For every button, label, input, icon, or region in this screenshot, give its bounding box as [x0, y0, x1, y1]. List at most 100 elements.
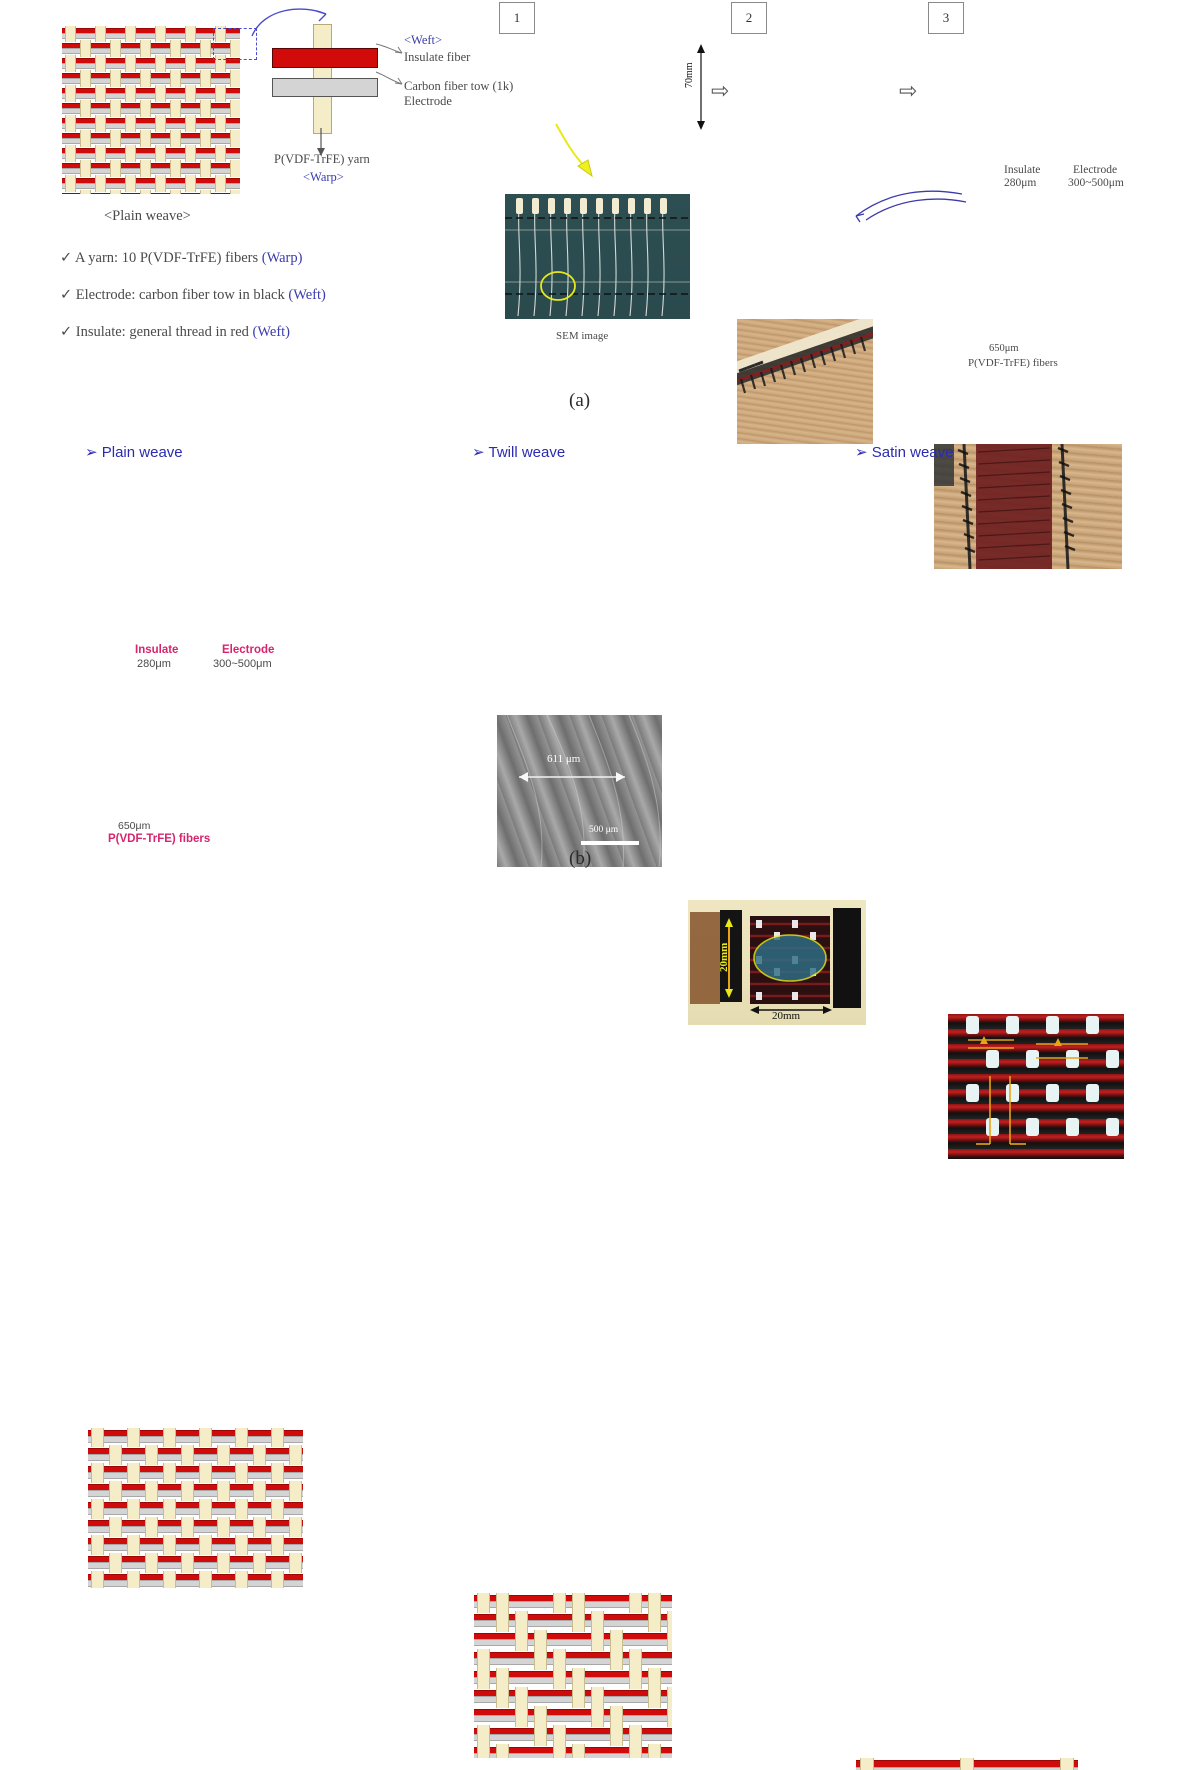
- warp-yarn: [235, 1571, 248, 1588]
- bullet-accent: (Weft): [288, 287, 326, 303]
- warp-yarn: [185, 115, 196, 132]
- warp-yarn: [91, 1463, 104, 1483]
- warp-yarn: [170, 160, 181, 177]
- warp-yarn: [591, 1706, 604, 1727]
- warp-yarn: [591, 1687, 604, 1708]
- warp-yarn: [648, 1611, 661, 1632]
- plain-weave-diagram-b: [88, 1428, 303, 1588]
- satin-weave-diagram: [856, 1758, 1078, 1770]
- insulate-fiber-label: Insulate fiber: [404, 50, 471, 64]
- weft-electrode: [474, 1734, 672, 1741]
- weft-electrode: [474, 1658, 672, 1665]
- warp-yarn: [155, 26, 166, 42]
- micro-a-insulate-value: 280μm: [1004, 177, 1037, 189]
- warp-yarn: [110, 130, 121, 147]
- warp-yarn: [667, 1706, 672, 1727]
- warp-yarn: [477, 1725, 490, 1746]
- process-arrow-1-icon: ⇨: [711, 78, 730, 103]
- warp-yarn: [109, 1481, 122, 1501]
- step-1-dimension-label: 70mm: [684, 62, 695, 88]
- warp-yarn: [230, 190, 240, 194]
- warp-yarn: [199, 1499, 212, 1519]
- warp-yarn: [95, 85, 106, 102]
- process-step-3-photo: [934, 444, 1122, 569]
- warp-yarn: [163, 1499, 176, 1519]
- bullet-accent: (Weft): [252, 324, 291, 340]
- micro-a-pitch-label: 650μm: [989, 343, 1019, 354]
- warp-yarn: [648, 1744, 661, 1758]
- step-1-number-box: 1: [499, 2, 535, 34]
- weft-header-label: <Weft>: [404, 33, 443, 47]
- step-1-dimension-70mm: [697, 44, 705, 130]
- warp-yarn: [199, 1535, 212, 1555]
- warp-yarn: [163, 1571, 176, 1588]
- warp-yarn: [170, 40, 181, 57]
- warp-yarn: [199, 1463, 212, 1483]
- warp-yarn: [200, 130, 211, 147]
- pvdf-trfe-yarn-label: P(VDF-TrFE) yarn: [274, 152, 370, 166]
- sem-image-photo: 611 μm 500 μm: [497, 715, 662, 867]
- warp-yarn: [145, 1517, 158, 1537]
- weft-electrode: [474, 1639, 672, 1646]
- warp-yarn: [515, 1611, 528, 1632]
- bullet-text: Electrode: carbon fiber tow in black: [75, 287, 289, 303]
- warp-yarn: [200, 190, 211, 194]
- warp-yarn: [155, 85, 166, 102]
- warp-yarn: [553, 1725, 566, 1746]
- check-icon: ✓: [60, 250, 73, 266]
- warp-yarn: [181, 1553, 194, 1573]
- warp-yarn: [65, 85, 76, 102]
- warp-yarn: [91, 1535, 104, 1555]
- warp-yarn: [80, 130, 91, 147]
- warp-yarn: [496, 1687, 509, 1708]
- warp-yarn: [125, 26, 136, 42]
- arrow-marker-icon: ➢: [855, 444, 868, 461]
- warp-yarn: [200, 70, 211, 87]
- weft-electrode: [62, 183, 240, 189]
- warp-yarn: [289, 1553, 302, 1573]
- warp-yarn: [1060, 1758, 1074, 1770]
- warp-yarn: [960, 1758, 974, 1770]
- warp-yarn: [80, 100, 91, 117]
- warp-yarn: [235, 1535, 248, 1555]
- warp-yarn: [140, 130, 151, 147]
- warp-yarn: [125, 175, 136, 192]
- warp-yarn: [110, 100, 121, 117]
- warp-yarn: [629, 1744, 642, 1758]
- warp-yarn: [155, 175, 166, 192]
- warp-yarn: [553, 1744, 566, 1758]
- insulate-fiber-bar: [272, 48, 378, 68]
- warp-yarn: [91, 1428, 104, 1447]
- bullet-text: A yarn: 10 P(VDF-TrFE) fibers: [74, 250, 262, 266]
- warp-yarn: [181, 1517, 194, 1537]
- warp-yarn: [185, 26, 196, 42]
- warp-yarn: [217, 1553, 230, 1573]
- weave-label-text: Twill weave: [488, 444, 566, 461]
- warp-yarn: [289, 1517, 302, 1537]
- bullet-accent: (Warp): [261, 250, 303, 266]
- warp-yarn: [496, 1668, 509, 1689]
- plain-weave-caption: <Plain weave>: [104, 208, 191, 224]
- warp-yarn: [477, 1668, 490, 1689]
- warp-yarn: [145, 1481, 158, 1501]
- weft-electrode: [62, 123, 240, 129]
- warp-yarn: [629, 1593, 642, 1613]
- sample-width-label: 20mm: [772, 1010, 801, 1022]
- warp-yarn: [127, 1571, 140, 1588]
- warp-yarn: [140, 70, 151, 87]
- weft-electrode: [62, 153, 240, 159]
- warp-yarn: [145, 1553, 158, 1573]
- arrow-marker-icon: ➢: [85, 444, 98, 461]
- warp-yarn: [667, 1687, 672, 1708]
- sub-caption-b: (b): [569, 848, 592, 869]
- warp-yarn: [215, 85, 226, 102]
- warp-yarn: [185, 175, 196, 192]
- warp-yarn: [610, 1630, 623, 1651]
- warp-yarn: [515, 1706, 528, 1727]
- warp-yarn: [127, 1428, 140, 1447]
- warp-yarn: [230, 100, 240, 117]
- warp-yarn: [289, 1481, 302, 1501]
- warp-yarn: [163, 1535, 176, 1555]
- micro-b-insulate-value: 280μm: [137, 658, 171, 670]
- warp-yarn: [496, 1744, 509, 1758]
